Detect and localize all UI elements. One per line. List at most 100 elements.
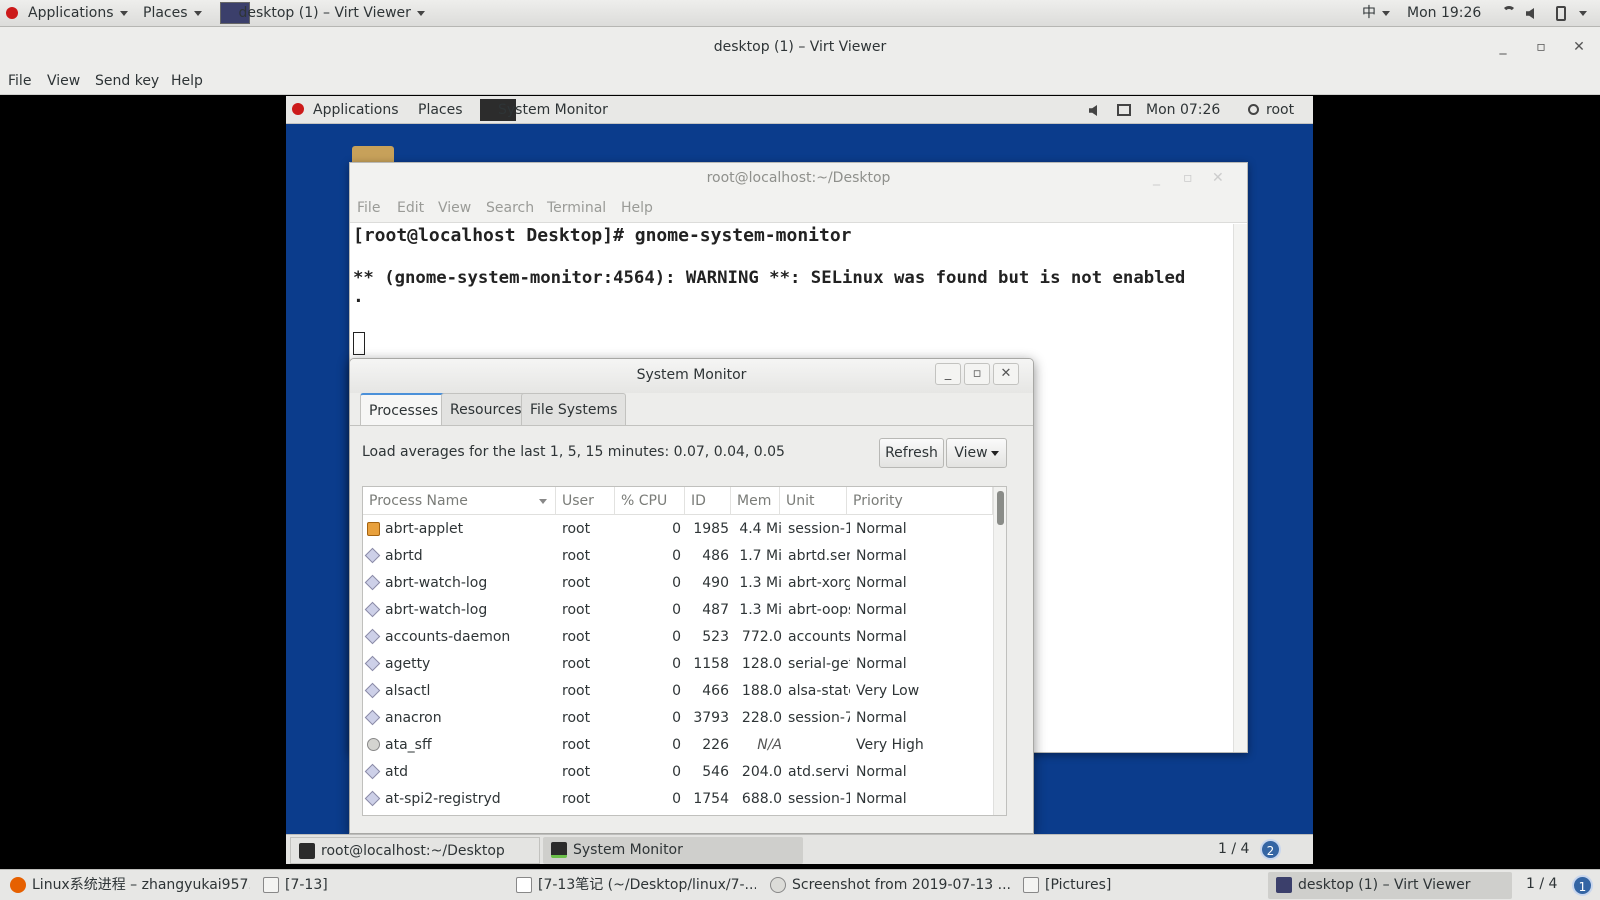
cell-name: agetty	[385, 656, 431, 672]
guest-workspace-indicator[interactable]: 1 / 4	[1218, 841, 1249, 857]
guest-active-app[interactable]: System Monitor	[498, 96, 608, 124]
cell-unit: abrt-xorg	[788, 575, 850, 591]
col-unit[interactable]: Unit	[780, 487, 847, 515]
table-row[interactable]: accounts-daemon root 0 523 772.0 accounts- Nor…	[363, 624, 993, 651]
minimize-icon[interactable]: _	[1493, 27, 1513, 67]
cell-user: root	[562, 656, 591, 672]
host-applications-menu[interactable]: Applications	[28, 0, 128, 27]
view-menu-button[interactable]: View	[946, 438, 1007, 468]
col-priority[interactable]: Priority	[847, 487, 993, 515]
table-row[interactable]: abrt-applet root 0 1985 4.4 Mi session-1 Norma…	[363, 516, 993, 543]
table-row[interactable]: abrt-watch-log root 0 487 1.3 Mi abrt-oops Nor…	[363, 597, 993, 624]
cell-mem: 204.0	[741, 764, 782, 780]
volume-icon[interactable]	[1089, 105, 1097, 116]
volume-icon[interactable]	[1526, 8, 1534, 19]
maximize-icon[interactable]: ▫	[964, 363, 990, 385]
network-icon[interactable]	[1117, 104, 1131, 116]
chevron-down-icon	[1382, 10, 1390, 16]
table-row[interactable]: alsactl root 0 466 188.0 alsa-state Very Low	[363, 678, 993, 705]
host-task-screenshot[interactable]: Screenshot from 2019-07-13 ...	[762, 872, 1010, 899]
menu-help[interactable]: Help	[171, 67, 203, 95]
host-task-7-13[interactable]: [7-13]	[255, 872, 503, 899]
host-clock[interactable]: Mon 19:26	[1407, 0, 1481, 27]
col-user[interactable]: User	[556, 487, 615, 515]
system-monitor-window[interactable]: System Monitor _ ▫ ✕ Processes Resources…	[349, 358, 1034, 834]
cell-mem: N/A	[757, 737, 782, 753]
cell-name: abrtd	[385, 548, 423, 564]
term-menu-file[interactable]: File	[357, 193, 380, 223]
close-icon[interactable]: ✕	[1569, 27, 1589, 67]
guest-clock[interactable]: Mon 07:26	[1146, 96, 1220, 124]
chevron-down-icon	[193, 10, 202, 16]
close-icon[interactable]: ✕	[1212, 163, 1224, 193]
scrollbar-thumb[interactable]	[997, 491, 1004, 525]
terminal-scrollbar[interactable]	[1233, 224, 1247, 752]
close-icon[interactable]: ✕	[993, 363, 1019, 385]
tab-processes[interactable]: Processes	[360, 393, 448, 426]
refresh-button[interactable]: Refresh	[879, 438, 944, 468]
host-task-virt-viewer[interactable]: desktop (1) – Virt Viewer	[1268, 872, 1512, 899]
terminal-command-line: [root@localhost Desktop]# gnome-system-m…	[353, 225, 852, 246]
cell-user: root	[562, 737, 591, 753]
host-places-menu[interactable]: Places	[143, 0, 202, 27]
cell-user: root	[562, 764, 591, 780]
cell-id: 486	[702, 548, 729, 564]
process-table-scrollbar[interactable]	[993, 487, 1006, 815]
term-menu-edit[interactable]: Edit	[397, 193, 424, 223]
chevron-down-icon[interactable]	[1579, 11, 1587, 16]
table-row[interactable]: abrtd root 0 486 1.7 Mi abrtd.serv Normal	[363, 543, 993, 570]
tab-resources[interactable]: Resources	[441, 393, 531, 425]
guest-task-sysmon[interactable]: System Monitor	[543, 837, 803, 864]
guest-task-terminal[interactable]: root@localhost:~/Desktop	[290, 837, 540, 864]
menu-view[interactable]: View	[47, 67, 80, 95]
col-cpu[interactable]: % CPU	[615, 487, 685, 515]
guest-desktop[interactable]: Applications Places System Monitor Mon 0…	[286, 96, 1313, 864]
cell-unit: session-1	[788, 521, 850, 537]
cell-unit: serial-get	[788, 656, 850, 672]
col-id[interactable]: ID	[685, 487, 731, 515]
col-mem[interactable]: Mem	[731, 487, 780, 515]
cell-cpu: 0	[672, 602, 681, 618]
host-workspace-indicator[interactable]: 1 / 4	[1526, 876, 1557, 892]
cell-cpu: 0	[672, 548, 681, 564]
process-table[interactable]: Process Name User % CPU ID Mem Unit Prio…	[362, 486, 1007, 816]
menu-send-key[interactable]: Send key	[95, 67, 159, 95]
col-process-name[interactable]: Process Name	[363, 487, 556, 515]
term-menu-help[interactable]: Help	[621, 193, 653, 223]
input-method-indicator[interactable]: 中	[1362, 0, 1390, 27]
guest-applications-menu[interactable]: Applications	[313, 96, 399, 124]
wifi-icon[interactable]	[1502, 6, 1516, 20]
host-task-firefox[interactable]: Linux系统进程 – zhangyukai957...	[2, 872, 250, 899]
cell-cpu: 0	[672, 791, 681, 807]
tab-file-systems[interactable]: File Systems	[521, 393, 627, 425]
host-task-notes[interactable]: [7-13笔记 (~/Desktop/linux/7-...	[508, 872, 756, 899]
host-places-label: Places	[143, 5, 188, 21]
host-task-pictures[interactable]: [Pictures]	[1015, 872, 1263, 899]
maximize-icon[interactable]: ▫	[1531, 27, 1551, 67]
minimize-icon[interactable]: _	[935, 363, 961, 385]
term-menu-terminal[interactable]: Terminal	[547, 193, 606, 223]
terminal-warning-line: ** (gnome-system-monitor:4564): WARNING …	[353, 268, 1186, 288]
table-row[interactable]: atd root 0 546 204.0 atd.servic Normal	[363, 759, 993, 786]
host-active-window-menu[interactable]: desktop (1) – Virt Viewer	[220, 0, 425, 27]
menu-file[interactable]: File	[8, 67, 31, 95]
cell-user: root	[562, 683, 591, 699]
guest-user-menu[interactable]: root	[1266, 96, 1294, 124]
battery-icon[interactable]	[1556, 6, 1566, 21]
term-menu-search[interactable]: Search	[486, 193, 534, 223]
guest-notification-badge[interactable]: 2	[1260, 839, 1281, 860]
table-row[interactable]: agetty root 0 1158 128.0 serial-get Normal	[363, 651, 993, 678]
guest-places-menu[interactable]: Places	[418, 96, 463, 124]
host-notification-badge[interactable]: 1	[1572, 875, 1593, 896]
table-row[interactable]: at-spi2-registryd root 0 1754 688.0 session-1…	[363, 786, 993, 813]
table-row[interactable]: ata_sff root 0 226 N/A Very High	[363, 732, 993, 759]
table-row[interactable]: abrt-watch-log root 0 490 1.3 Mi abrt-xorg Nor…	[363, 570, 993, 597]
term-menu-view[interactable]: View	[438, 193, 471, 223]
image-viewer-icon	[770, 877, 786, 893]
cell-prio: Normal	[856, 602, 907, 618]
minimize-icon[interactable]: _	[1153, 163, 1160, 193]
cell-user: root	[562, 629, 591, 645]
maximize-icon[interactable]: ▫	[1183, 163, 1193, 193]
table-row[interactable]: anacron root 0 3793 228.0 session-7 Normal	[363, 705, 993, 732]
process-icon	[364, 763, 381, 780]
